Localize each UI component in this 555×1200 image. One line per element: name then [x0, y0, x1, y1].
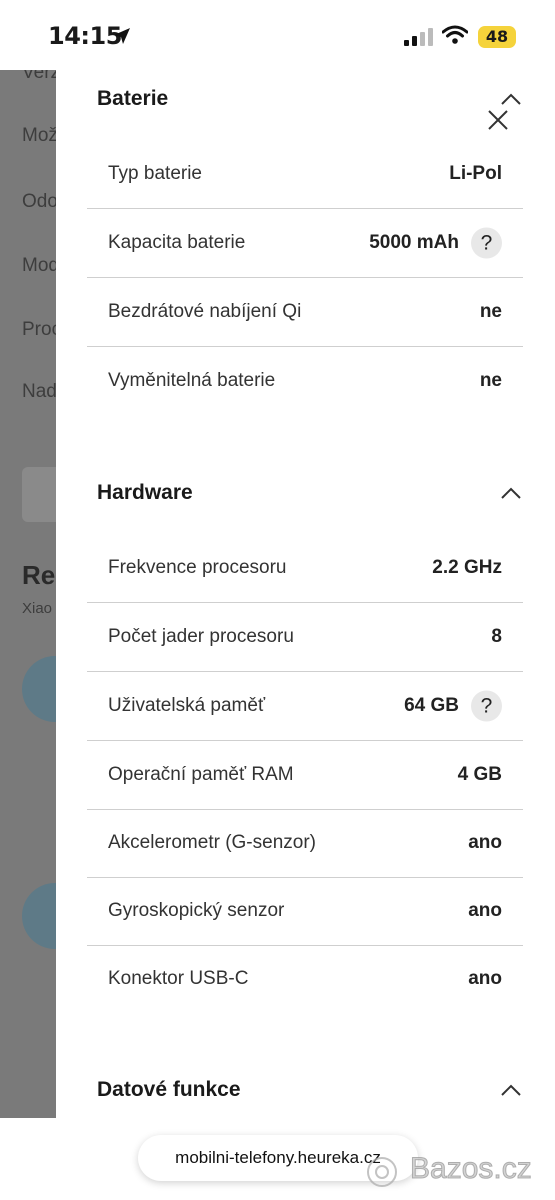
spec-label: Typ baterie — [108, 163, 202, 184]
spec-row: Frekvence procesoru 2.2 GHz — [87, 534, 523, 603]
signal-icon — [404, 28, 433, 46]
spec-row: Kapacita baterie 5000 mAh ? — [87, 209, 523, 278]
chevron-up-icon[interactable] — [500, 486, 522, 500]
background-text: Verz — [22, 70, 56, 83]
background-heading: Re — [22, 560, 56, 590]
spec-row: Uživatelská paměť 64 GB ? — [87, 672, 523, 741]
spec-label: Konektor USB-C — [108, 968, 249, 989]
spec-row: Gyroskopický senzor ano — [87, 877, 523, 946]
spec-label: Počet jader procesoru — [108, 626, 294, 647]
specifications-panel: Baterie Typ baterie Li-Pol Kapacita bate… — [56, 70, 555, 1118]
spec-value: 8 — [491, 626, 502, 647]
help-button[interactable]: ? — [471, 227, 502, 259]
background-text: Nad — [22, 381, 56, 402]
spec-label: Uživatelská paměť — [108, 695, 266, 716]
spec-value: 2.2 GHz — [432, 557, 502, 578]
location-arrow-icon — [114, 28, 130, 44]
spec-row: Typ baterie Li-Pol — [87, 140, 523, 209]
battery-indicator: 48 — [478, 26, 516, 48]
spec-label: Operační paměť RAM — [108, 764, 294, 785]
user-avatar-icon — [22, 656, 56, 722]
background-text: Odo — [22, 191, 56, 212]
chevron-up-icon[interactable] — [500, 1083, 522, 1097]
spec-value: ano — [468, 968, 502, 989]
section-title-baterie: Baterie — [97, 87, 169, 110]
spec-label: Gyroskopický senzor — [108, 900, 285, 921]
spec-label: Bezdrátové nabíjení Qi — [108, 301, 302, 322]
spec-value: ano — [468, 900, 502, 921]
background-text: Mož — [22, 125, 56, 146]
background-text: Proc — [22, 319, 56, 340]
spec-row: Konektor USB-C ano — [87, 945, 523, 1013]
background-card — [22, 467, 56, 522]
spec-value: 5000 mAh — [369, 232, 459, 253]
status-bar: 14:15 48 — [0, 0, 555, 70]
help-button[interactable]: ? — [471, 690, 502, 722]
watermark-text: Bazos.cz — [410, 1152, 533, 1186]
spec-value: 4 GB — [457, 764, 502, 785]
close-icon[interactable] — [486, 108, 510, 132]
section-title-datove-funkce: Datové funkce — [97, 1078, 241, 1101]
spec-value: 64 GB — [404, 695, 459, 716]
section-title-hardware: Hardware — [97, 481, 193, 504]
spec-label: Frekvence procesoru — [108, 557, 287, 578]
user-avatar-icon — [22, 883, 56, 949]
spec-value: Li-Pol — [449, 163, 502, 184]
spec-row: Vyměnitelná baterie ne — [87, 347, 523, 415]
background-subtext: Xiao — [22, 600, 53, 617]
chevron-up-icon[interactable] — [500, 92, 522, 106]
spec-value: ne — [479, 301, 502, 322]
spec-row: Počet jader procesoru 8 — [87, 603, 523, 672]
wifi-icon — [442, 25, 468, 44]
spec-label: Kapacita baterie — [108, 232, 246, 253]
status-time: 14:15 — [48, 22, 122, 50]
spec-value: ano — [468, 832, 502, 853]
background-text: Mod — [22, 255, 56, 276]
spec-row: Akcelerometr (G-senzor) ano — [87, 809, 523, 878]
spec-row: Bezdrátové nabíjení Qi ne — [87, 278, 523, 347]
spec-label: Vyměnitelná baterie — [108, 370, 276, 391]
dimmed-background-page[interactable]: Verz Mož Odo Mod Proc Nad Re Xiao — [0, 70, 56, 1118]
spec-row: Operační paměť RAM 4 GB — [87, 741, 523, 810]
spec-label: Akcelerometr (G-senzor) — [108, 832, 316, 853]
spec-value: ne — [479, 370, 502, 391]
